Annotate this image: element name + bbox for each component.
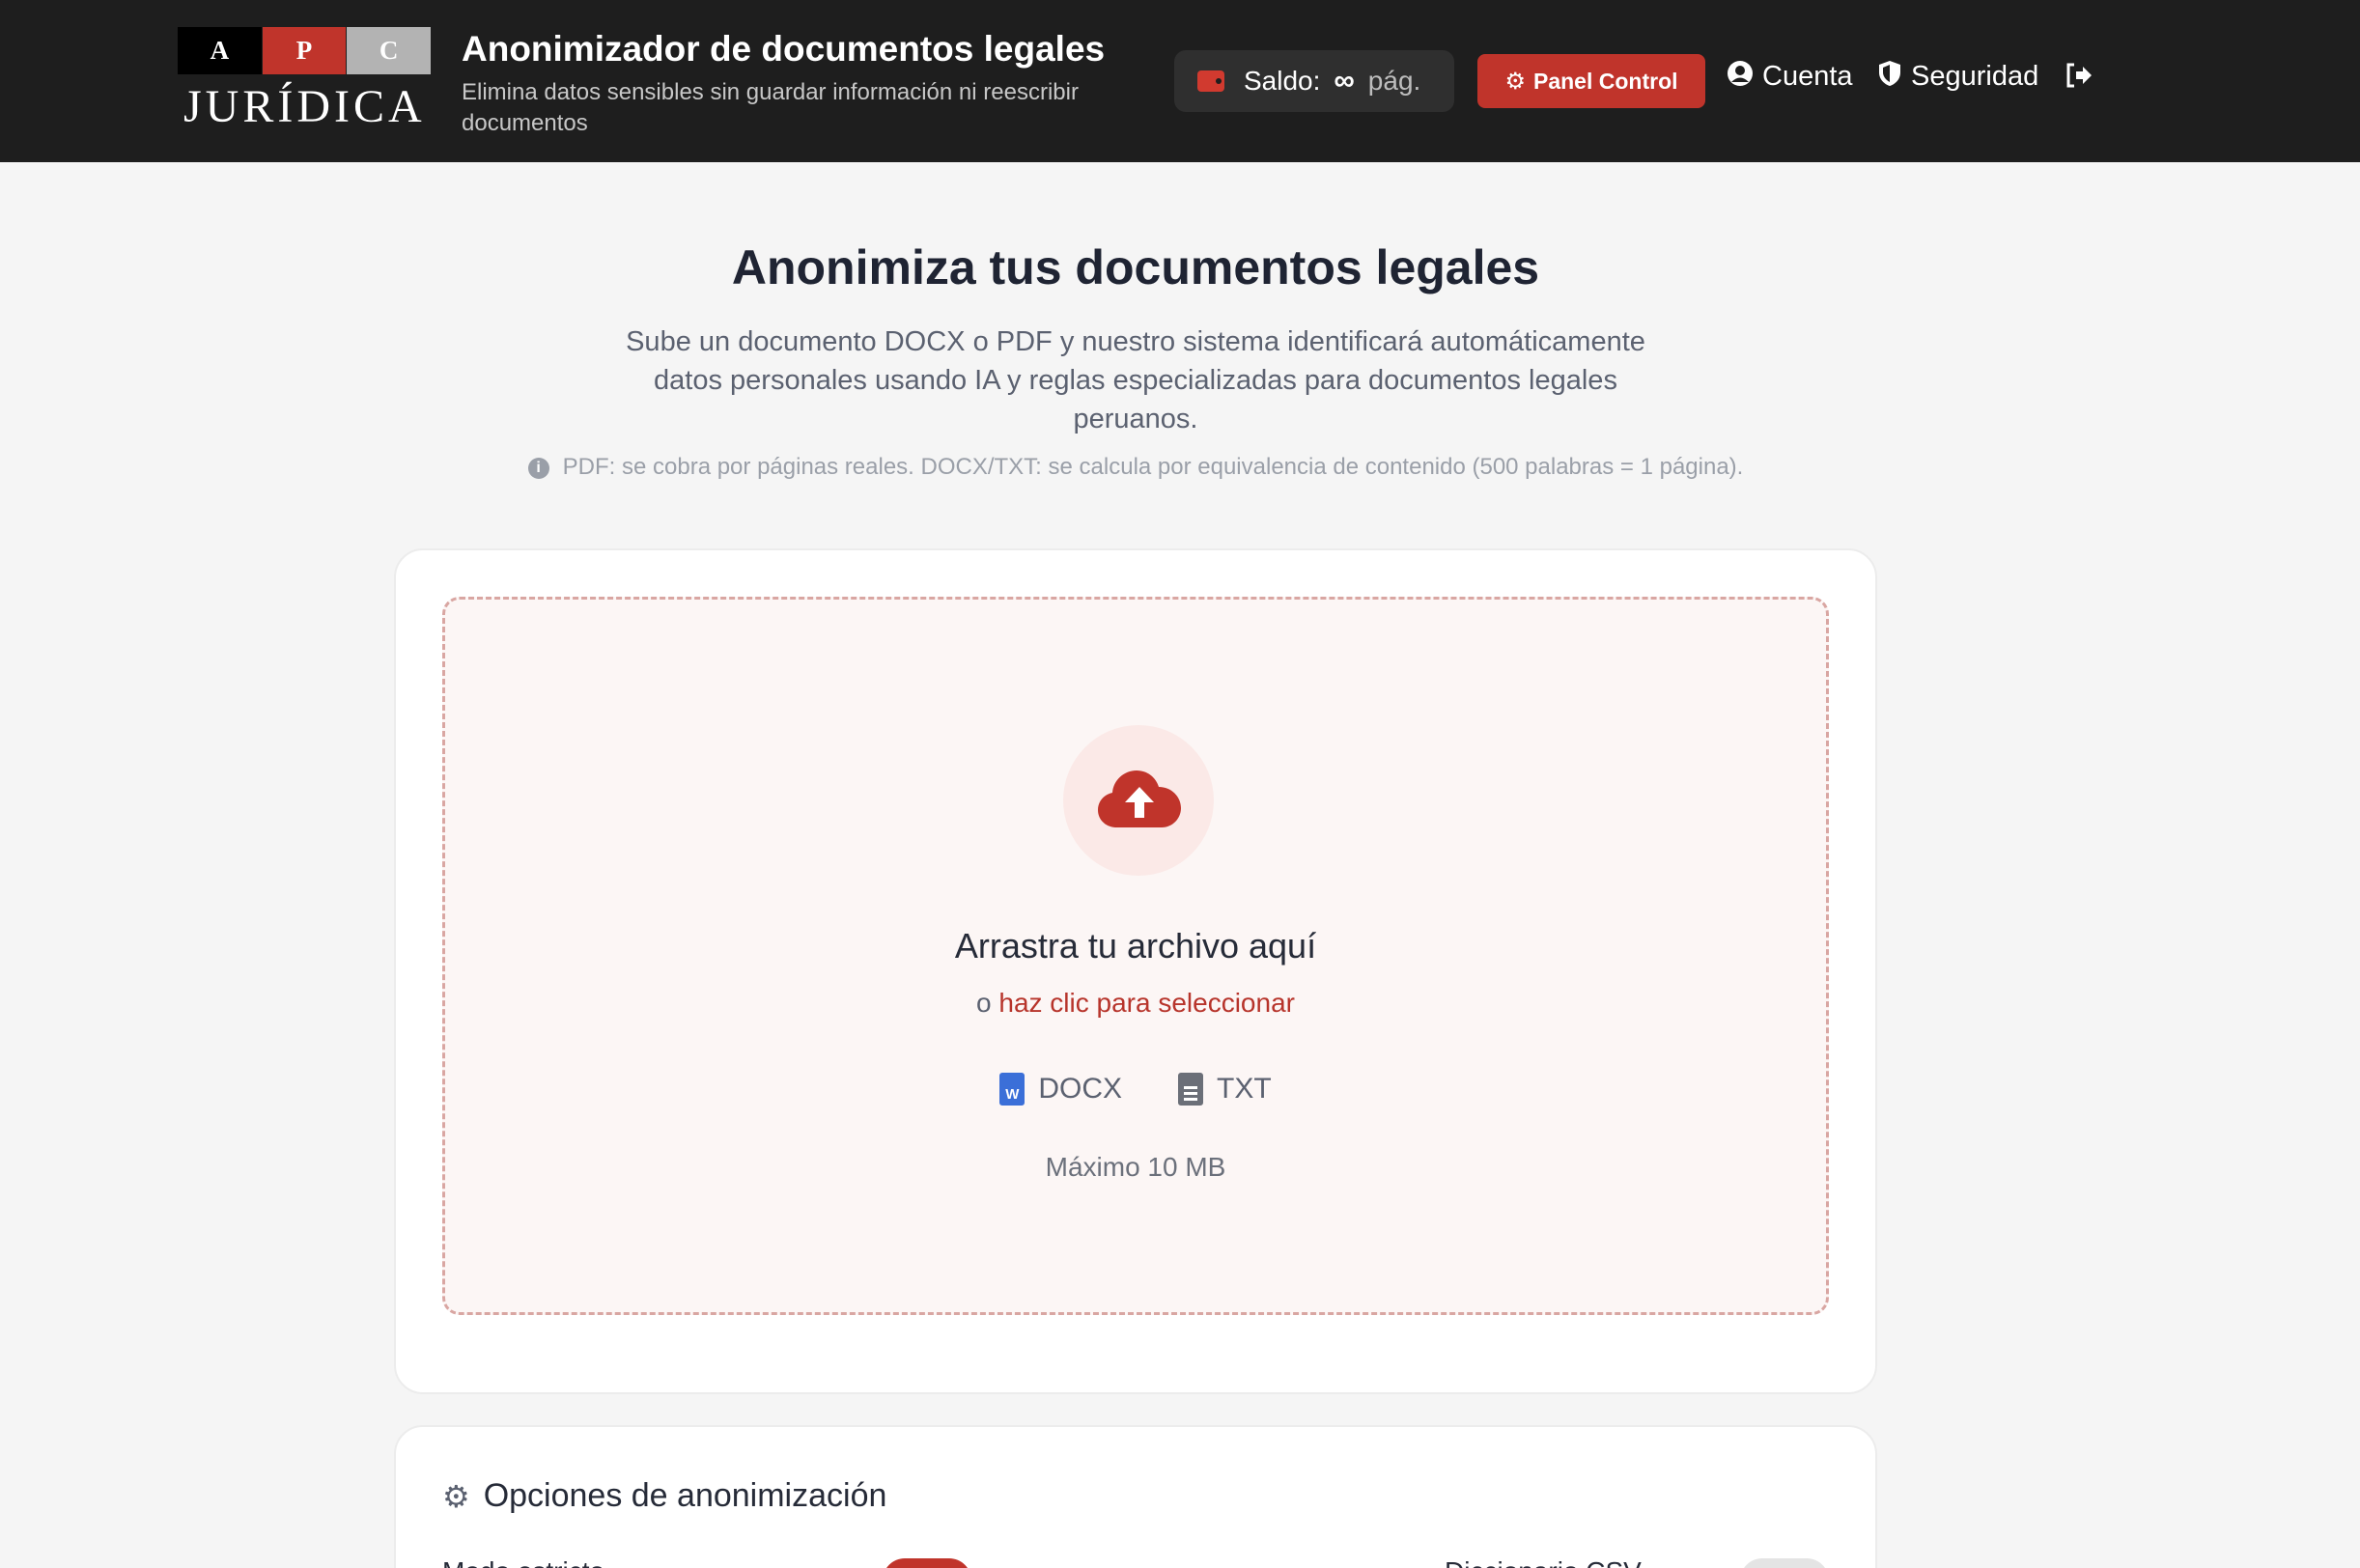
format-docx-label: DOCX <box>1038 1073 1122 1105</box>
cuenta-label: Cuenta <box>1762 61 1853 92</box>
shield-icon <box>1877 60 1902 94</box>
csv-dictionary-label: Diccionario CSV <box>1445 1556 1642 1568</box>
upload-icon-circle <box>1063 725 1214 876</box>
drop-title: Arrastra tu archivo aquí <box>954 926 1317 966</box>
top-header: A P C JURÍDICA Anonimizador de documento… <box>0 0 2360 162</box>
pricing-note: i PDF: se cobra por páginas reales. DOCX/… <box>0 454 2271 481</box>
csv-dictionary-toggle[interactable] <box>1740 1558 1829 1568</box>
app-title: Anonimizador de documentos legales <box>462 29 1106 69</box>
text-file-icon <box>1178 1073 1203 1106</box>
strict-mode-toggle[interactable] <box>883 1558 971 1568</box>
gear-icon: ⚙ <box>1504 68 1526 95</box>
strict-mode-label: Modo estricto <box>442 1556 604 1568</box>
format-txt-label: TXT <box>1217 1073 1272 1105</box>
cuenta-link[interactable]: Cuenta <box>1727 60 1853 94</box>
saldo-unit: pág. <box>1367 66 1421 96</box>
gear-icon: ⚙ <box>442 1478 470 1514</box>
logo-letter-a: A <box>178 27 262 74</box>
page-description: Sube un documento DOCX o PDF y nuestro s… <box>626 326 1645 434</box>
max-size-label: Máximo 10 MB <box>1045 1152 1226 1182</box>
drop-prefix: o <box>976 988 992 1018</box>
app-subtitle: Elimina datos sensibles sin guardar info… <box>462 79 1079 136</box>
page-title: Anonimiza tus documentos legales <box>731 240 1540 294</box>
saldo-label: Saldo: <box>1244 66 1321 96</box>
panel-control-label: Panel Control <box>1533 68 1678 94</box>
accepted-formats: W DOCX TXT <box>445 1073 1826 1106</box>
pricing-note-text: PDF: se cobra por páginas reales. DOCX/T… <box>562 454 1744 480</box>
logout-icon[interactable] <box>2065 62 2093 97</box>
wallet-icon <box>1197 70 1224 92</box>
options-title: ⚙ Opciones de anonimización <box>442 1477 886 1515</box>
saldo-badge: Saldo: ∞ pág. <box>1174 50 1454 112</box>
drop-subtitle: o haz clic para seleccionar <box>445 988 1826 1019</box>
word-file-icon: W <box>999 1073 1025 1106</box>
logo-letter-c: C <box>347 27 432 74</box>
user-circle-icon <box>1727 60 1754 94</box>
logo-wordmark: JURÍDICA <box>183 81 426 132</box>
format-docx: W DOCX <box>999 1073 1122 1106</box>
options-card: ⚙ Opciones de anonimización Modo estrict… <box>394 1425 1877 1568</box>
file-drop-zone[interactable]: Arrastra tu archivo aquí o haz clic para… <box>442 597 1829 1315</box>
upload-card: Arrastra tu archivo aquí o haz clic para… <box>394 548 1877 1394</box>
cloud-upload-icon <box>1098 770 1181 827</box>
info-icon: i <box>527 458 549 479</box>
saldo-value: ∞ <box>1334 65 1355 97</box>
apc-juridica-logo[interactable]: A P C JURÍDICA <box>178 27 432 135</box>
panel-control-button[interactable]: ⚙ Panel Control <box>1477 54 1705 108</box>
options-title-text: Opciones de anonimización <box>483 1477 887 1514</box>
logo-letter-p: P <box>262 27 347 74</box>
select-file-link[interactable]: haz clic para seleccionar <box>998 988 1295 1018</box>
seguridad-link[interactable]: Seguridad <box>1877 60 2038 94</box>
format-txt: TXT <box>1178 1073 1272 1106</box>
seguridad-label: Seguridad <box>1911 61 2039 92</box>
